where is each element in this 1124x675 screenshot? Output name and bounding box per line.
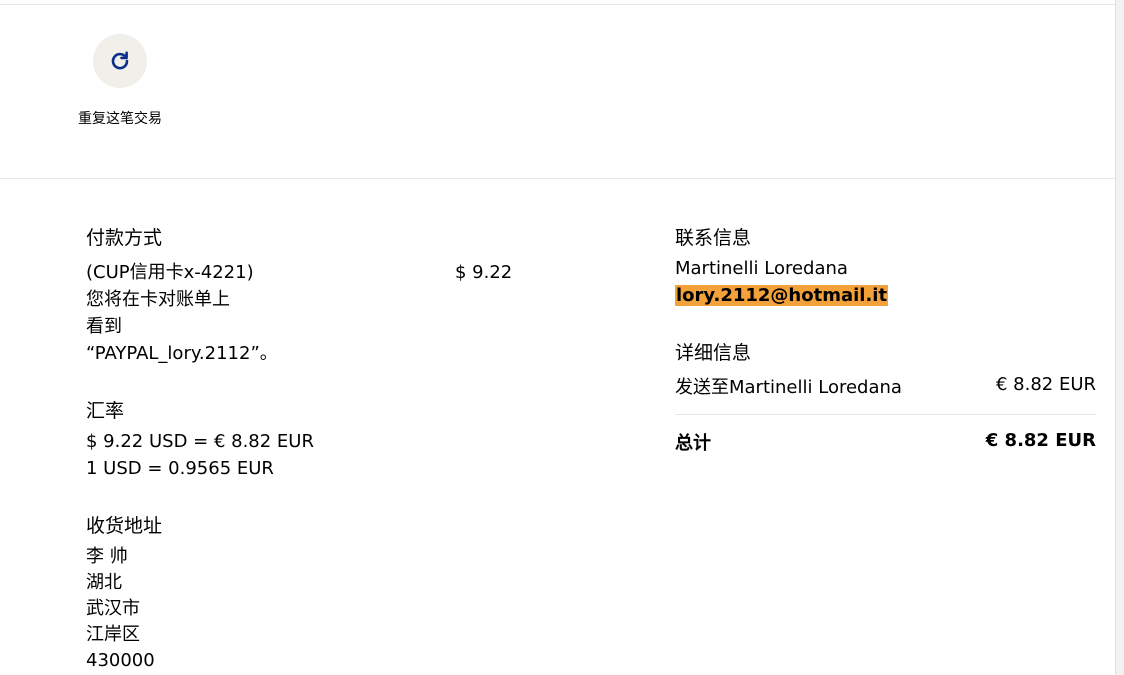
exchange-rate-conversion: $ 9.22 USD = € 8.82 EUR bbox=[86, 431, 314, 452]
shipping-city: 武汉市 bbox=[86, 598, 140, 619]
shipping-district: 江岸区 bbox=[86, 624, 140, 645]
shipping-postal-code: 430000 bbox=[86, 650, 155, 671]
details-sent-to-amount: € 8.82 EUR bbox=[995, 374, 1096, 395]
contact-info-title: 联系信息 bbox=[675, 227, 752, 249]
shipping-address-block: 李 帅 湖北 武汉市 江岸区 430000 bbox=[86, 544, 155, 674]
contact-info-block: Martinelli Loredana lory.2112@hotmail.it bbox=[675, 255, 889, 309]
details-divider bbox=[675, 414, 1096, 415]
payment-method-card: (CUP信用卡x-4221) bbox=[86, 262, 254, 283]
payment-method-details: (CUP信用卡x-4221) 您将在卡对账单上 看到 “PAYPAL_lory.… bbox=[86, 259, 278, 367]
section-divider bbox=[0, 178, 1115, 179]
details-total-label: 总计 bbox=[675, 433, 711, 454]
payment-amount: $ 9.22 bbox=[455, 262, 513, 283]
repeat-transaction-button[interactable]: 重复这笔交易 bbox=[78, 34, 162, 131]
exchange-rate-unit: 1 USD = 0.9565 EUR bbox=[86, 458, 274, 479]
transaction-details-page: 重复这笔交易 付款方式 (CUP信用卡x-4221) 您将在卡对账单上 看到 “… bbox=[0, 0, 1124, 675]
payment-method-title: 付款方式 bbox=[86, 227, 163, 249]
details-total-amount: € 8.82 EUR bbox=[985, 430, 1096, 451]
repeat-transaction-icon-circle[interactable] bbox=[93, 34, 147, 88]
repeat-transaction-label: 重复这笔交易 bbox=[78, 111, 162, 127]
shipping-province: 湖北 bbox=[86, 572, 122, 593]
contact-email-link[interactable]: lory.2112@hotmail.it bbox=[675, 285, 889, 306]
payment-method-descriptor: “PAYPAL_lory.2112”。 bbox=[86, 343, 278, 364]
scrollbar-track[interactable] bbox=[1115, 0, 1124, 675]
shipping-name: 李 帅 bbox=[86, 546, 128, 567]
details-title: 详细信息 bbox=[675, 342, 752, 364]
contact-name: Martinelli Loredana bbox=[675, 258, 848, 279]
refresh-icon bbox=[111, 51, 129, 70]
shipping-address-title: 收货地址 bbox=[86, 515, 163, 537]
contact-email-row: lory.2112@hotmail.it bbox=[675, 282, 889, 309]
payment-method-statement-line-2: 看到 bbox=[86, 316, 122, 337]
top-divider bbox=[0, 4, 1115, 5]
payment-method-statement-line-1: 您将在卡对账单上 bbox=[86, 289, 230, 310]
details-sent-to-label: 发送至Martinelli Loredana bbox=[675, 377, 902, 398]
exchange-rate-values: $ 9.22 USD = € 8.82 EUR 1 USD = 0.9565 E… bbox=[86, 428, 314, 482]
exchange-rate-title: 汇率 bbox=[86, 400, 125, 422]
